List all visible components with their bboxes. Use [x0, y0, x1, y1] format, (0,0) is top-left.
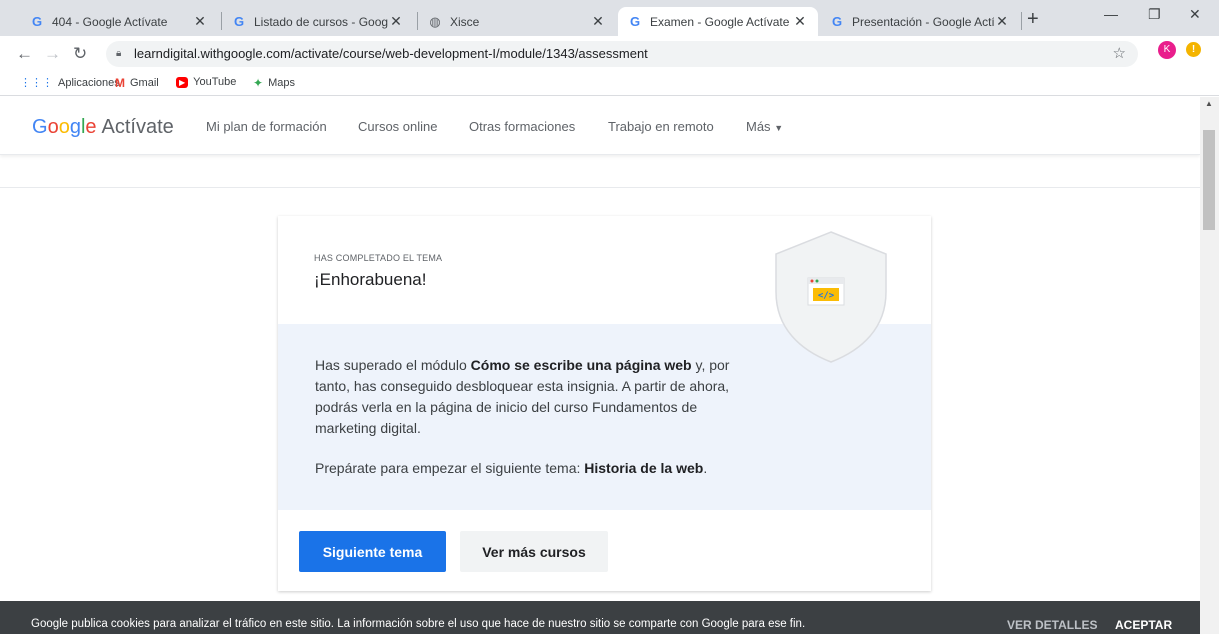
bookmark-gmail[interactable]: M Gmail: [115, 76, 159, 90]
page-scrollbar[interactable]: ▲: [1200, 97, 1219, 634]
cookie-banner: Google publica cookies para analizar el …: [0, 601, 1200, 634]
next-topic-button[interactable]: Siguiente tema: [299, 531, 446, 572]
bookmark-label: Gmail: [130, 77, 159, 89]
maps-icon: ✦: [253, 76, 264, 90]
module-message: Has superado el módulo Cómo se escribe u…: [315, 355, 735, 439]
forward-icon[interactable]: →: [44, 44, 61, 64]
tab-title: Presentación - Google Actívate: [852, 14, 994, 29]
completion-eyebrow: HAS COMPLETADO EL TEMA: [314, 253, 443, 263]
bookmark-maps[interactable]: ✦ Maps: [253, 76, 295, 90]
close-icon[interactable]: ✕: [792, 13, 808, 30]
new-tab-icon[interactable]: +: [1027, 8, 1039, 31]
window-close-icon[interactable]: ✕: [1189, 6, 1201, 23]
scroll-thumb[interactable]: [1203, 130, 1215, 230]
close-icon[interactable]: ✕: [590, 13, 606, 30]
bookmark-apps[interactable]: ⋮⋮⋮ Aplicaciones: [20, 76, 120, 90]
logo-google: Google: [32, 116, 97, 138]
google-icon: G: [31, 13, 43, 29]
caret-down-icon: ▼: [774, 123, 784, 133]
cookie-details-link[interactable]: VER DETALLES: [1007, 618, 1097, 632]
nav-mas-label: Más: [746, 119, 771, 134]
bookmark-label: Aplicaciones: [58, 76, 120, 89]
profile-avatar[interactable]: K: [1158, 41, 1176, 59]
google-icon: G: [831, 13, 843, 29]
apps-grid-icon: ⋮⋮⋮: [20, 77, 53, 89]
address-bar[interactable]: 🔒︎ learndigital.withgoogle.com/activate/…: [106, 41, 1138, 67]
nav-mas[interactable]: Más ▼: [746, 119, 783, 134]
nav-cursos-online[interactable]: Cursos online: [358, 119, 438, 134]
close-icon[interactable]: ✕: [994, 13, 1010, 30]
tab-examen[interactable]: G Examen - Google Actívate ✕: [618, 7, 818, 36]
browser-toolbar: ← → ↻ 🔒︎ learndigital.withgoogle.com/act…: [0, 36, 1219, 72]
next-topic-name: Historia de la web: [584, 460, 704, 476]
tab-strip: G 404 - Google Actívate ✕ G Listado de c…: [0, 0, 1219, 36]
cookie-accept-button[interactable]: ACEPTAR: [1115, 618, 1172, 632]
tab-presentacion[interactable]: G Presentación - Google Actívate ✕: [820, 7, 1020, 36]
completion-headline: ¡Enhorabuena!: [314, 270, 427, 289]
site-header: Google Actívate Mi plan de formación Curs…: [0, 97, 1200, 155]
tab-xisce[interactable]: ◍ Xisce ✕: [418, 7, 616, 36]
nav-plan-formacion[interactable]: Mi plan de formación: [206, 119, 327, 134]
nav-otras-formaciones[interactable]: Otras formaciones: [469, 119, 575, 134]
tab-title: Xisce: [450, 14, 480, 29]
google-icon: G: [629, 13, 641, 29]
badge-shield-icon: </>: [775, 231, 887, 363]
url-text: learndigital.withgoogle.com/activate/cou…: [134, 46, 648, 61]
lock-icon: 🔒︎: [116, 48, 122, 59]
bookmarks-bar: ⋮⋮⋮ Aplicaciones M Gmail ▶ YouTube ✦ Map…: [0, 72, 1219, 96]
youtube-icon: ▶: [176, 76, 189, 88]
nav-trabajo-remoto[interactable]: Trabajo en remoto: [608, 119, 714, 134]
logo-activate: Actívate: [101, 116, 174, 138]
gmail-icon: M: [115, 76, 125, 90]
module-name: Cómo se escribe una página web: [470, 357, 692, 373]
scroll-up-icon[interactable]: ▲: [1205, 99, 1213, 108]
close-icon[interactable]: ✕: [192, 13, 208, 30]
tab-title: 404 - Google Actívate: [52, 14, 168, 29]
bookmark-star-icon[interactable]: ☆: [1113, 41, 1126, 67]
tab-separator: [1021, 12, 1022, 30]
reload-icon[interactable]: ↻: [73, 44, 87, 64]
svg-text:</>: </>: [818, 291, 835, 301]
minimize-icon[interactable]: —: [1104, 6, 1118, 22]
message-text: .: [703, 460, 708, 476]
close-icon[interactable]: ✕: [388, 13, 404, 30]
google-activate-logo[interactable]: Google Actívate: [32, 116, 174, 139]
tab-listado[interactable]: G Listado de cursos - Google Acti ✕: [222, 7, 414, 36]
bookmark-youtube[interactable]: ▶ YouTube: [176, 76, 236, 88]
bookmark-label: Maps: [268, 77, 295, 89]
restore-icon[interactable]: ❐: [1148, 6, 1161, 23]
message-text: Has superado el módulo: [315, 357, 471, 373]
back-icon[interactable]: ←: [16, 44, 33, 64]
extension-alert-icon[interactable]: !: [1186, 42, 1201, 57]
message-text: Prepárate para empezar el siguiente tema…: [315, 460, 585, 476]
tab-404[interactable]: G 404 - Google Actívate ✕: [20, 7, 218, 36]
tab-title: Examen - Google Actívate: [650, 14, 790, 29]
tab-title: Listado de cursos - Google Acti: [254, 14, 388, 29]
header-divider: [0, 187, 1200, 188]
more-courses-button[interactable]: Ver más cursos: [460, 531, 608, 572]
bookmark-label: YouTube: [193, 76, 237, 88]
google-icon: G: [233, 13, 245, 29]
globe-icon: ◍: [429, 13, 441, 29]
page-content: Google Actívate Mi plan de formación Curs…: [0, 97, 1200, 634]
next-topic-message: Prepárate para empezar el siguiente tema…: [315, 458, 735, 479]
cookie-message: Google publica cookies para analizar el …: [31, 618, 806, 630]
completion-card: HAS COMPLETADO EL TEMA ¡Enhorabuena! Has…: [278, 216, 931, 591]
